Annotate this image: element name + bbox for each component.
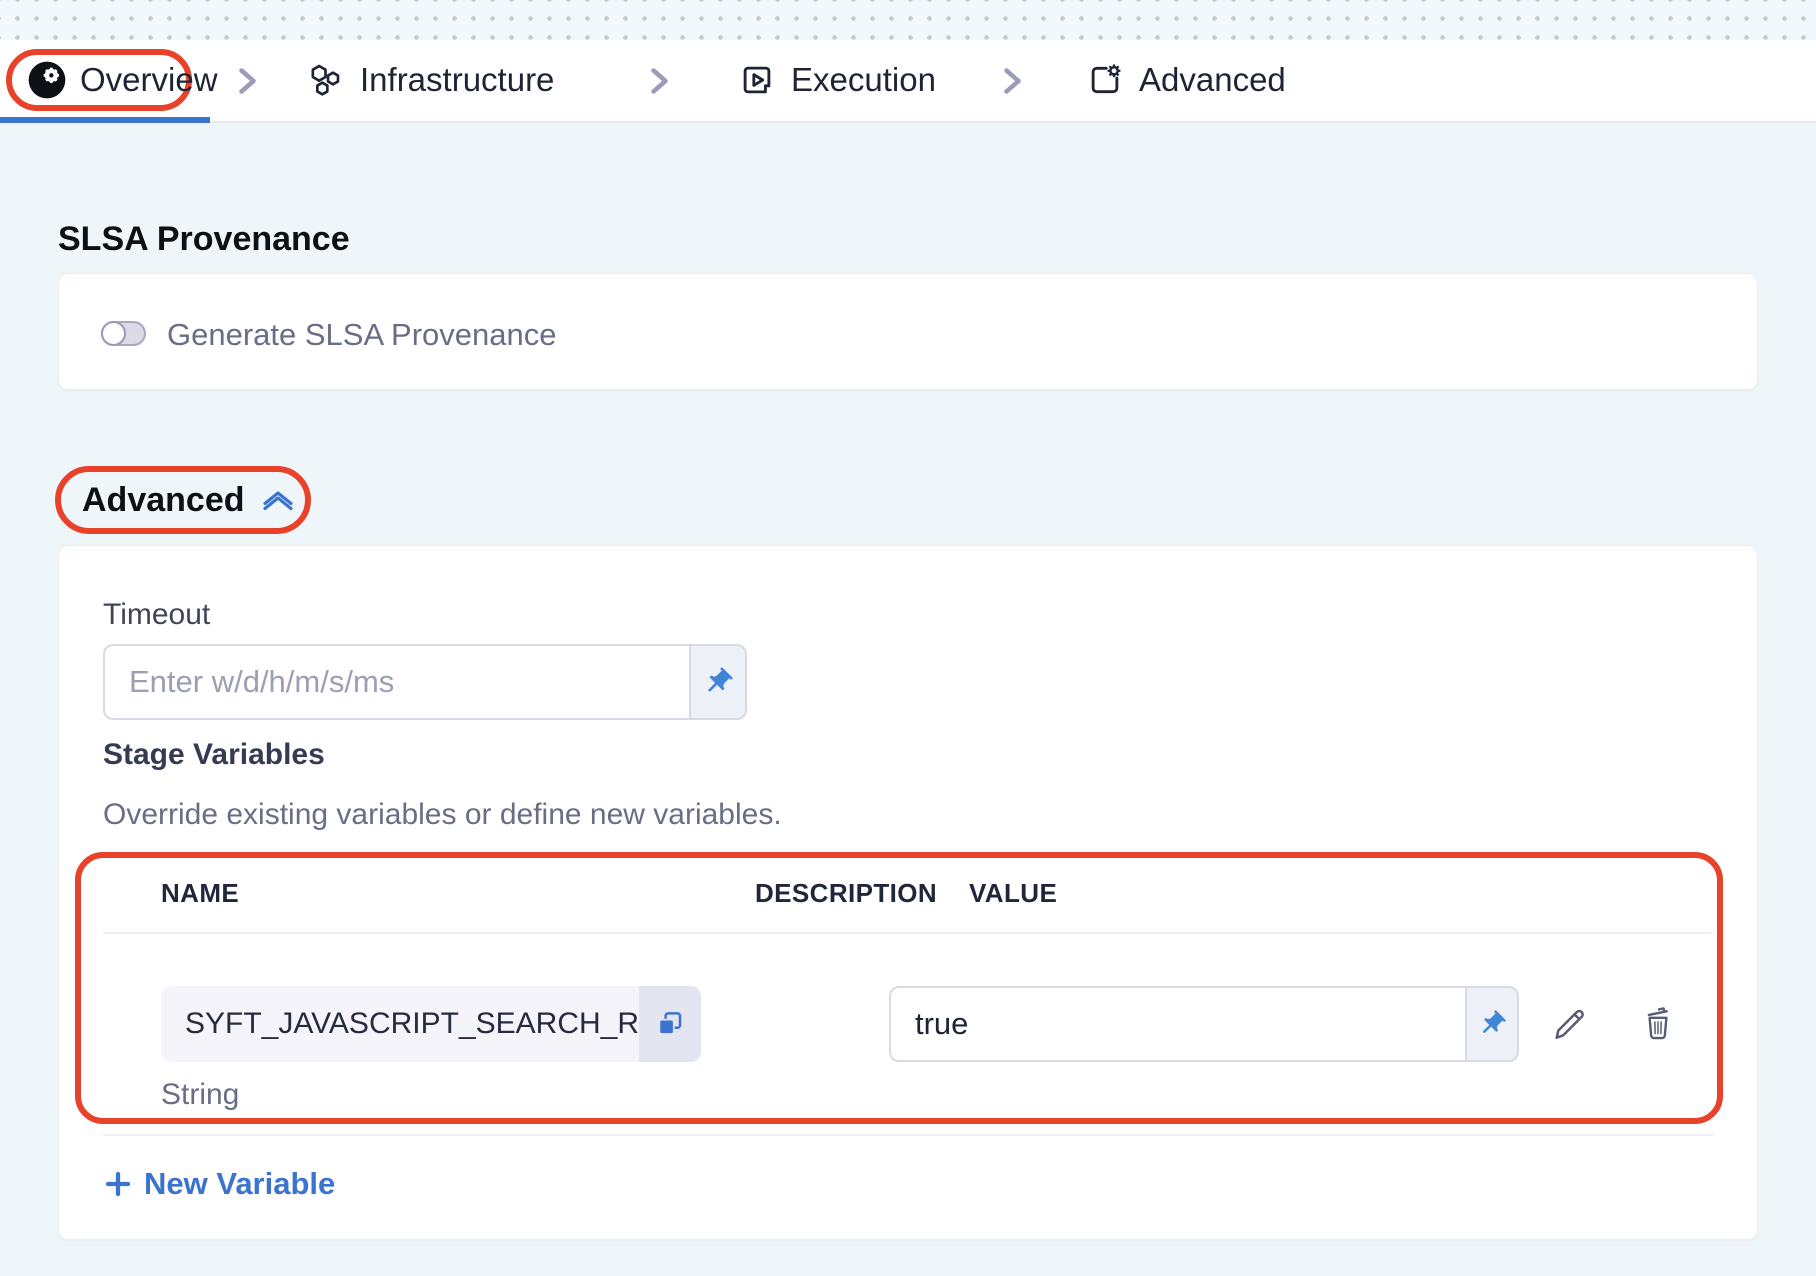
generate-slsa-toggle[interactable] (101, 321, 146, 346)
column-header-name: NAME (161, 878, 239, 909)
stage-tab-bar: Overview Infrastructure (0, 40, 1816, 123)
pipeline-stage-config-page: Overview Infrastructure (0, 0, 1816, 1276)
active-tab-underline (0, 117, 210, 123)
timeout-pin-button[interactable] (691, 644, 747, 720)
stage-variables-description: Override existing variables or define ne… (103, 798, 782, 832)
slsa-provenance-heading: SLSA Provenance (58, 220, 350, 259)
dotted-canvas-background (0, 0, 1816, 40)
tab-advanced[interactable]: Advanced (1086, 56, 1286, 104)
column-header-description: DESCRIPTION (755, 878, 937, 909)
new-variable-label: New Variable (144, 1166, 335, 1202)
chevron-right-icon (640, 63, 676, 99)
tab-overview-label: Overview (80, 61, 218, 99)
play-square-icon (738, 61, 776, 99)
tab-execution-label: Execution (791, 61, 936, 99)
generate-slsa-toggle-label: Generate SLSA Provenance (167, 317, 556, 353)
variable-value-group (889, 986, 1519, 1062)
tab-advanced-label: Advanced (1139, 61, 1286, 99)
edit-variable-button[interactable] (1543, 998, 1593, 1048)
chevron-right-icon (228, 63, 264, 99)
hexagons-icon (305, 60, 345, 100)
tab-infrastructure-label: Infrastructure (360, 61, 554, 99)
variable-value-pin-button[interactable] (1467, 986, 1519, 1062)
square-gear-icon (1086, 61, 1124, 99)
tab-execution[interactable]: Execution (738, 56, 936, 104)
copy-icon (655, 1009, 685, 1039)
chevron-right-icon (993, 63, 1029, 99)
table-header-divider (103, 932, 1713, 934)
advanced-section-heading: Advanced (82, 481, 245, 520)
slsa-provenance-card: Generate SLSA Provenance (58, 273, 1758, 390)
column-header-value: VALUE (969, 878, 1057, 909)
timeout-input[interactable] (103, 644, 691, 720)
toggle-knob (101, 321, 126, 346)
tab-overview[interactable]: Overview (6, 49, 192, 111)
pencil-icon (1548, 1003, 1588, 1043)
timeout-input-group (103, 644, 747, 720)
variable-name-copy-button[interactable] (639, 986, 701, 1062)
delete-variable-button[interactable] (1633, 998, 1683, 1048)
pushpin-icon (1477, 1009, 1507, 1039)
timeout-label: Timeout (103, 598, 210, 632)
variable-name-input[interactable] (161, 986, 639, 1062)
new-variable-button[interactable]: New Variable (103, 1166, 335, 1202)
variable-type-label: String (161, 1078, 239, 1112)
trash-icon (1639, 1004, 1677, 1042)
plus-icon (103, 1169, 133, 1199)
stage-variables-heading: Stage Variables (103, 738, 325, 772)
tab-infrastructure[interactable]: Infrastructure (305, 56, 554, 104)
advanced-settings-card: Timeout Stage Variables Override existin… (58, 545, 1758, 1240)
overview-icon (27, 60, 67, 100)
variable-value-input[interactable] (889, 986, 1467, 1062)
pushpin-icon (702, 666, 734, 698)
chevron-up-icon (260, 487, 296, 513)
advanced-section-toggle[interactable]: Advanced (55, 466, 311, 534)
table-row-divider (103, 1134, 1713, 1136)
variable-name-group (161, 986, 701, 1062)
